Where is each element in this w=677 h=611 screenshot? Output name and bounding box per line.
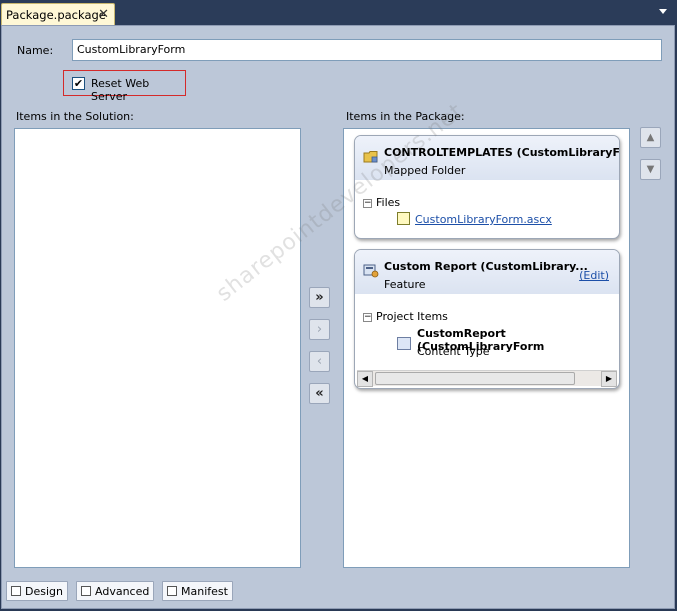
reset-web-server-checkbox[interactable]: ✔ [72, 77, 85, 90]
document-tab-title: Package.package [6, 8, 106, 22]
collapse-icon[interactable]: − [363, 313, 372, 322]
ascx-file-icon [397, 212, 410, 225]
advanced-icon [81, 586, 91, 596]
scroll-left-icon[interactable]: ◀ [357, 371, 373, 387]
card-title: Custom Report (CustomLibrary... [384, 260, 588, 273]
collapse-icon[interactable]: − [363, 199, 372, 208]
move-up-button[interactable]: ▲ [640, 127, 661, 148]
solution-items-label: Items in the Solution: [16, 110, 134, 123]
tab-design-label: Design [25, 585, 63, 598]
file-link-customlibraryform[interactable]: CustomLibraryForm.ascx [415, 213, 552, 226]
name-label: Name: [17, 44, 54, 57]
document-tabstrip: Package.package ✕ [0, 0, 677, 25]
content-type-subtitle: Content Type [417, 345, 490, 358]
project-items-group-label: Project Items [376, 310, 448, 323]
remove-button[interactable]: ‹ [309, 351, 330, 372]
tab-manifest[interactable]: Manifest [162, 581, 233, 601]
tab-dropdown-icon[interactable] [659, 9, 667, 14]
reset-web-server-highlight: ✔ Reset Web Server [63, 70, 186, 103]
files-group-label: Files [376, 196, 401, 209]
card-subtitle: Feature [384, 278, 426, 291]
card-header: Custom Report (CustomLibrary... Feature … [355, 250, 619, 294]
add-button[interactable]: › [309, 319, 330, 340]
move-down-button[interactable]: ▼ [640, 159, 661, 180]
tab-advanced-label: Advanced [95, 585, 150, 598]
remove-all-button[interactable]: « [309, 383, 330, 404]
design-icon [11, 586, 21, 596]
feature-icon [363, 264, 379, 278]
content-type-icon [397, 337, 411, 350]
scroll-right-icon[interactable]: ▶ [601, 371, 617, 387]
package-item-card-custom-report[interactable]: Custom Report (CustomLibrary... Feature … [354, 249, 620, 389]
close-icon[interactable]: ✕ [98, 7, 109, 22]
package-name-input[interactable]: CustomLibraryForm [72, 39, 662, 61]
edit-feature-link[interactable]: (Edit) [579, 269, 609, 282]
reset-web-server-label: Reset Web Server [91, 77, 150, 103]
package-designer: Name: CustomLibraryForm ✔ Reset Web Serv… [1, 25, 675, 609]
add-all-button[interactable]: » [309, 287, 330, 308]
horizontal-scrollbar[interactable]: ◀ ▶ [357, 370, 617, 387]
tab-manifest-label: Manifest [181, 585, 228, 598]
package-items-list[interactable]: CONTROLTEMPLATES (CustomLibraryFo... Map… [343, 128, 630, 568]
manifest-icon [167, 586, 177, 596]
scroll-thumb[interactable] [375, 372, 575, 385]
document-tab-package[interactable]: Package.package ✕ [1, 3, 115, 25]
solution-items-list[interactable] [14, 128, 301, 568]
tab-design[interactable]: Design [6, 581, 68, 601]
tab-advanced[interactable]: Advanced [76, 581, 155, 601]
